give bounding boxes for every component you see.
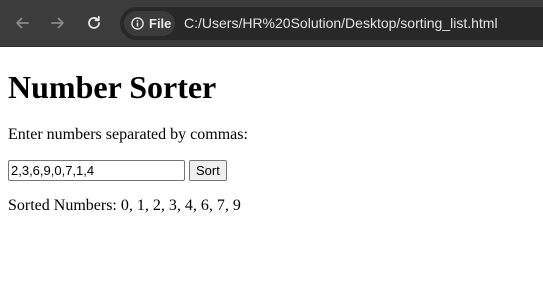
result-values: 0, 1, 2, 3, 4, 6, 7, 9 <box>120 197 241 214</box>
result-label: Sorted Numbers: <box>8 197 117 214</box>
info-icon <box>131 17 144 30</box>
forward-button[interactable] <box>46 11 70 35</box>
browser-toolbar: File C:/Users/HR%20Solution/Desktop/sort… <box>0 0 543 47</box>
sorted-result: Sorted Numbers: 0, 1, 2, 3, 4, 6, 7, 9 <box>8 197 535 215</box>
reload-button[interactable] <box>82 11 106 35</box>
input-prompt: Enter numbers separated by commas: <box>8 126 248 143</box>
url-text[interactable]: C:/Users/HR%20Solution/Desktop/sorting_l… <box>184 15 498 31</box>
numbers-input[interactable] <box>8 160 185 181</box>
back-arrow-icon <box>16 17 29 29</box>
forward-arrow-icon <box>51 17 64 29</box>
address-bar[interactable]: File C:/Users/HR%20Solution/Desktop/sort… <box>120 7 543 40</box>
sort-form: Sort <box>8 160 535 181</box>
site-info-chip[interactable]: File <box>124 11 175 36</box>
page-content: Number Sorter Enter numbers separated by… <box>8 47 535 215</box>
sort-button[interactable]: Sort <box>189 160 227 181</box>
page-title: Number Sorter <box>8 69 217 105</box>
back-button[interactable] <box>10 11 34 35</box>
reload-icon <box>88 15 100 29</box>
site-chip-label: File <box>149 16 172 31</box>
